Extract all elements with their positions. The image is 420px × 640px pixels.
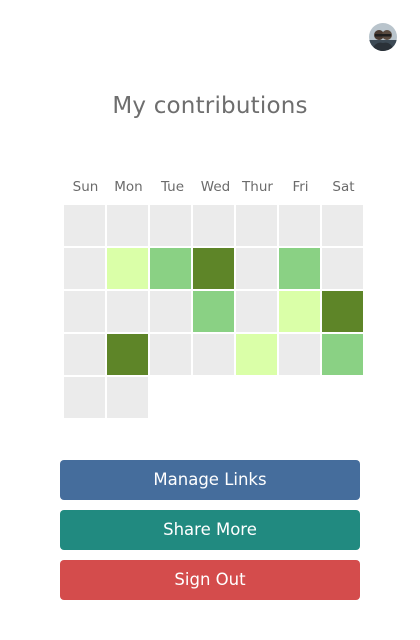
day-label-tue: Tue — [160, 179, 185, 195]
day-header-row: Sun Mon Tue Wed Thur Fri Sat — [64, 179, 365, 197]
day-label-mon: Mon — [114, 179, 143, 195]
contribution-cell — [279, 334, 320, 375]
contribution-cell — [193, 248, 234, 289]
contribution-cell — [322, 291, 363, 332]
day-label-fri: Fri — [292, 179, 309, 195]
contribution-cell — [150, 334, 191, 375]
contribution-cell — [107, 205, 148, 246]
contribution-cell — [322, 248, 363, 289]
contribution-cell — [322, 334, 363, 375]
contribution-cell — [279, 291, 320, 332]
page-title: My contributions — [112, 93, 308, 119]
contribution-cell — [150, 291, 191, 332]
contribution-cell — [193, 205, 234, 246]
day-label-sun: Sun — [72, 179, 99, 195]
contribution-cell — [236, 334, 277, 375]
contribution-grid — [64, 205, 366, 421]
contribution-cell — [107, 291, 148, 332]
contribution-cell — [64, 334, 105, 375]
day-label-thur: Thur — [242, 179, 273, 195]
contribution-cell — [107, 248, 148, 289]
day-label-wed: Wed — [200, 179, 231, 195]
day-label-sat: Sat — [332, 179, 355, 195]
manage-links-button[interactable]: Manage Links — [60, 460, 360, 500]
contribution-cell — [64, 377, 105, 418]
contribution-cell — [64, 248, 105, 289]
contribution-cell — [236, 205, 277, 246]
contribution-cell — [193, 334, 234, 375]
contribution-cell — [150, 248, 191, 289]
contribution-cell — [107, 377, 148, 418]
contribution-cell — [236, 291, 277, 332]
contribution-cell — [322, 205, 363, 246]
sign-out-button[interactable]: Sign Out — [60, 560, 360, 600]
user-avatar[interactable] — [369, 23, 397, 51]
share-more-button[interactable]: Share More — [60, 510, 360, 550]
contribution-cell — [236, 248, 277, 289]
contribution-cell — [107, 334, 148, 375]
contribution-cell — [279, 205, 320, 246]
contribution-cell — [64, 205, 105, 246]
contribution-cell — [64, 291, 105, 332]
contribution-cell — [193, 291, 234, 332]
user-avatar-icon — [369, 23, 397, 51]
contribution-cell — [150, 205, 191, 246]
contribution-cell — [279, 248, 320, 289]
